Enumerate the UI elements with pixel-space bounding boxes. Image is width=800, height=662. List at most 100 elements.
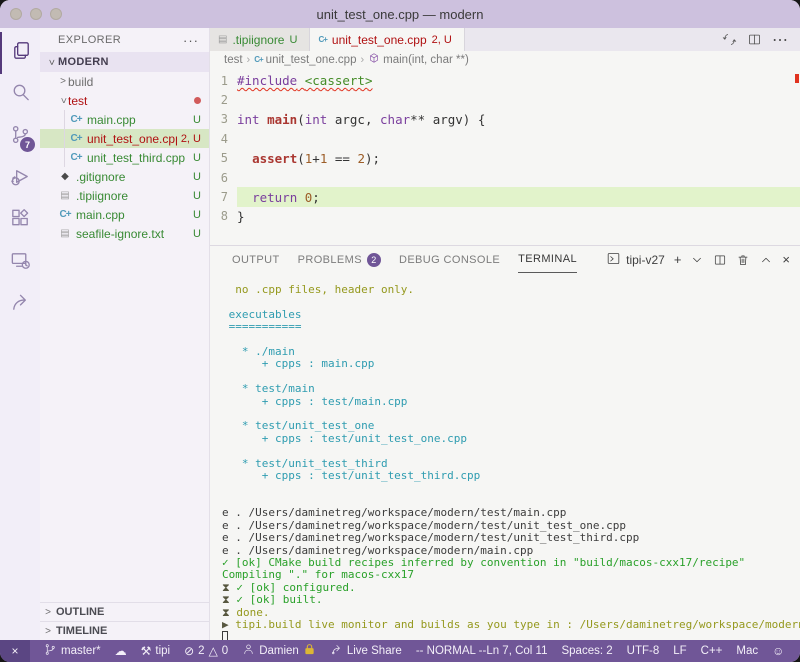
tree-item-unit_test_third.cpp[interactable]: C+unit_test_third.cppU	[40, 148, 209, 167]
status-text: LF	[673, 645, 686, 657]
tree-item-.gitignore[interactable]: ◆.gitignoreU	[40, 167, 209, 186]
status-problems-status[interactable]: ⊘2△0	[184, 640, 228, 662]
panel-tab-problems[interactable]: PROBLEMS2	[298, 246, 381, 273]
status-remote-indicator[interactable]: ×	[0, 640, 30, 662]
tree-item-seafile-ignore.txt[interactable]: ▤seafile-ignore.txtU	[40, 224, 209, 243]
status-git-branch[interactable]: master*	[44, 640, 101, 662]
sidebar-title: EXPLORER	[58, 34, 121, 46]
tree-item-main.cpp[interactable]: C+main.cppU	[40, 110, 209, 129]
tree-item-label: build	[68, 75, 201, 89]
line-number: 4	[210, 132, 228, 146]
status-eol[interactable]: LF	[673, 640, 686, 662]
status-vim-mode[interactable]: -- NORMAL --	[416, 640, 486, 662]
activity-item-remote-explorer[interactable]	[0, 242, 40, 284]
tree-item-label: main.cpp	[87, 113, 189, 127]
cpp-file-icon: C+	[69, 133, 83, 144]
tree-item-unit_test_one.cpp[interactable]: C+unit_test_one.cpp2, U	[40, 129, 209, 148]
tree-item-.tipiignore[interactable]: ▤.tipiignoreU	[40, 186, 209, 205]
close-window-button[interactable]	[10, 8, 22, 20]
vscode-window: unit_test_one.cpp — modern 7 EXPLORER ··…	[0, 0, 800, 662]
live-share-icon	[330, 643, 343, 659]
git-decoration-badge: U	[193, 152, 201, 164]
activity-bar: 7	[0, 28, 40, 640]
terminal-output[interactable]: no .cpp files, header only. executables …	[210, 273, 800, 640]
status-language-mode[interactable]: C++	[701, 640, 723, 662]
panel-tab-output[interactable]: OUTPUT	[232, 246, 280, 273]
status-text: 0	[222, 645, 228, 657]
activity-item-live-share[interactable]	[0, 284, 40, 326]
terminal-line: + cpps : test/unit_test_third.cpp	[222, 470, 800, 482]
new-terminal-button[interactable]: +	[674, 252, 682, 267]
breadcrumb-item-3[interactable]: main(int, char **)	[368, 52, 469, 67]
minimize-window-button[interactable]	[30, 8, 42, 20]
chevron-right-icon: >	[40, 607, 56, 618]
activity-item-search[interactable]	[0, 74, 40, 116]
status-platform[interactable]: Mac	[736, 640, 758, 662]
status-live-share[interactable]: Live Share	[330, 640, 402, 662]
editor-tab-.tipiignore[interactable]: ▤.tipiignoreU	[210, 28, 310, 51]
open-changes-icon[interactable]	[722, 32, 737, 47]
outline-label: OUTLINE	[56, 606, 104, 618]
status-sync-changes[interactable]: ☁	[115, 640, 127, 662]
status-account[interactable]: Damien	[242, 640, 316, 662]
explorer-more-actions-icon[interactable]: ···	[183, 33, 199, 48]
status-text: Spaces: 2	[561, 645, 612, 657]
folder-section-header[interactable]: > MODERN	[40, 52, 209, 72]
editor-tab-unit_test_one.cpp[interactable]: C+unit_test_one.cpp2, U	[310, 28, 464, 51]
cpp-file-icon: C+	[69, 152, 83, 163]
breadcrumb-item-1[interactable]: test	[224, 54, 243, 66]
git-decoration-badge: U	[193, 209, 201, 221]
breadcrumb-label: main(int, char **)	[383, 54, 469, 66]
code-line-7: 7 return 0;	[210, 187, 800, 206]
tree-item-main.cpp[interactable]: C+main.cppU	[40, 205, 209, 224]
close-panel-icon[interactable]: ×	[782, 252, 790, 267]
terminal-line: ⧗ ✓ [ok] built.	[222, 594, 800, 606]
code-line-6: 6	[210, 168, 800, 187]
activity-item-run-debug[interactable]	[0, 158, 40, 200]
breadcrumb-separator-icon: ›	[360, 54, 364, 66]
terminal-selector[interactable]: tipi-v27	[606, 251, 665, 269]
tree-item-test[interactable]: >test	[40, 91, 209, 110]
code-line-2: 2	[210, 90, 800, 109]
titlebar: unit_test_one.cpp — modern	[0, 0, 800, 28]
code-editor[interactable]: 1#include <cassert>23int main(int argc, …	[210, 68, 800, 245]
zoom-window-button[interactable]	[50, 8, 62, 20]
status-text: Ln 7, Col 11	[486, 645, 547, 657]
chevron-down-icon: >	[46, 55, 57, 69]
branch-icon	[44, 643, 57, 659]
terminal-line: executables	[222, 309, 800, 321]
maximize-panel-icon[interactable]	[759, 253, 773, 267]
panel-tab-terminal[interactable]: TERMINAL	[518, 246, 577, 273]
code-line-5: 5 assert(1+1 == 2);	[210, 149, 800, 168]
panel-tab-debug-console[interactable]: DEBUG CONSOLE	[399, 246, 500, 273]
cpp-file-icon: C+	[58, 209, 72, 220]
breadcrumb-item-2[interactable]: C+unit_test_one.cpp	[254, 54, 356, 66]
terminal-name: tipi-v27	[626, 253, 665, 267]
timeline-section[interactable]: > TIMELINE	[40, 621, 209, 640]
status-indentation[interactable]: Spaces: 2	[561, 640, 612, 662]
status-text: UTF-8	[627, 645, 660, 657]
status-feedback[interactable]: ☺	[772, 640, 784, 662]
split-editor-icon[interactable]	[747, 32, 762, 47]
activity-item-extensions[interactable]	[0, 200, 40, 242]
window-title: unit_test_one.cpp — modern	[0, 7, 800, 22]
tree-item-build[interactable]: >build	[40, 72, 209, 91]
status-text: Damien	[259, 645, 299, 657]
terminal-line: + cpps : main.cpp	[222, 358, 800, 370]
split-terminal-icon[interactable]	[713, 253, 727, 267]
terminal-dropdown-icon[interactable]	[690, 253, 704, 267]
status-cursor-position[interactable]: Ln 7, Col 11	[486, 640, 547, 662]
editor-more-actions-icon[interactable]: ⋯	[772, 30, 788, 50]
file-icon: ▤	[218, 34, 227, 45]
status-encoding[interactable]: UTF-8	[627, 640, 660, 662]
explorer-sidebar: EXPLORER ··· > MODERN >build>testC+main.…	[40, 28, 210, 640]
kill-terminal-icon[interactable]	[736, 253, 750, 267]
outline-section[interactable]: > OUTLINE	[40, 602, 209, 621]
status-tipi-status[interactable]: ⚒tipi	[141, 640, 170, 662]
activity-item-explorer[interactable]	[0, 32, 40, 74]
tab-label: .tipiignore	[232, 33, 284, 47]
chevron-down-icon: >	[58, 96, 69, 106]
line-number: 2	[210, 93, 228, 107]
activity-item-source-control[interactable]: 7	[0, 116, 40, 158]
workspace-name: MODERN	[58, 56, 109, 68]
